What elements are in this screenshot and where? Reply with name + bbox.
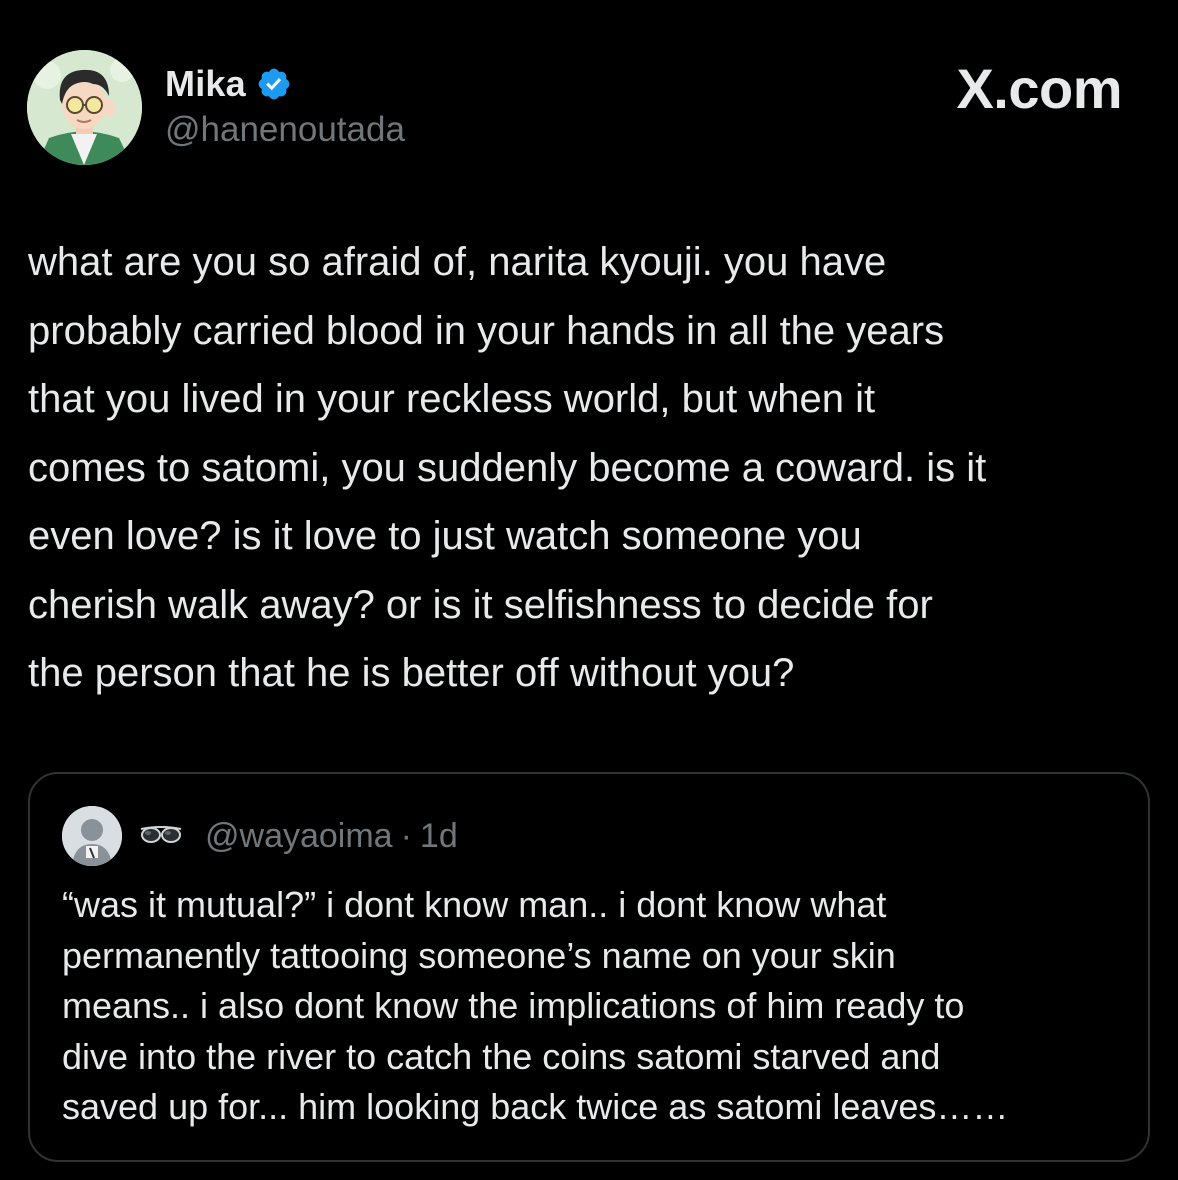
quoted-author-handle[interactable]: @wayaoima <box>205 817 393 856</box>
author-name-row: Mika <box>165 62 292 106</box>
quoted-tweet-text: “was it mutual?” i dont know man.. i don… <box>62 884 1009 1127</box>
author-name[interactable]: Mika <box>165 63 246 105</box>
quoted-tweet-timestamp[interactable]: 1d <box>420 817 458 856</box>
verified-badge-icon <box>256 66 292 102</box>
author-avatar[interactable] <box>27 50 142 165</box>
sunglasses-icon <box>122 823 183 850</box>
quoted-tweet-card[interactable]: @wayaoima · 1d “was it mutual?” i dont k… <box>28 772 1150 1162</box>
quoted-author-avatar[interactable] <box>62 806 122 866</box>
brand-logo: X.com <box>956 57 1122 120</box>
author-handle[interactable]: @hanenoutada <box>165 110 405 150</box>
separator-dot: · <box>400 816 412 855</box>
quoted-tweet-header: @wayaoima · 1d <box>62 805 458 867</box>
tweet-text: what are you so afraid of, narita kyouji… <box>28 240 987 695</box>
